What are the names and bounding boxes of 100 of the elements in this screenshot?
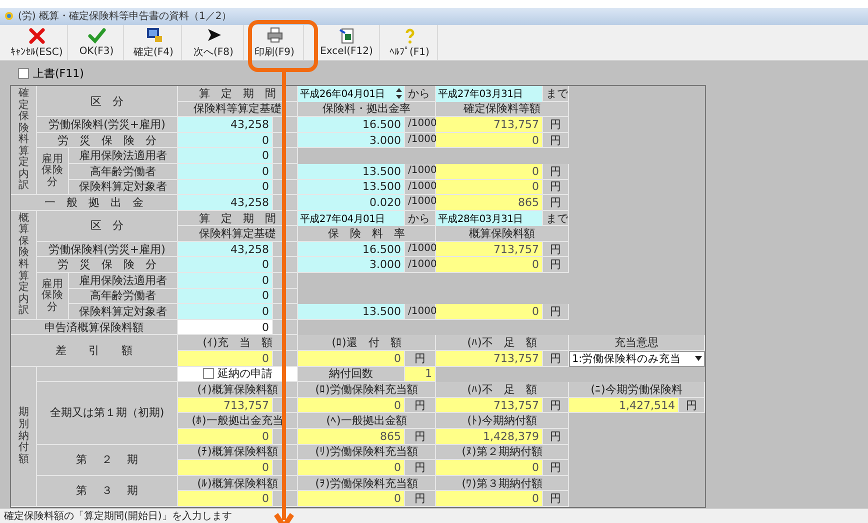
date-field[interactable]: 平成27年04月01日 (298, 210, 405, 226)
toolbar-button[interactable]: 次へ(F8) (184, 24, 244, 60)
checkbox-label: 延納の申請 (218, 368, 272, 380)
column-header: 概算保険料額 (436, 226, 569, 242)
input-field[interactable]: 0 (178, 273, 273, 289)
until-label: まで (543, 86, 569, 102)
column-header: 区 分 (37, 210, 178, 242)
allocation-dropdown[interactable]: 1:労働保険料のみ充当 (569, 351, 705, 367)
value-cell: 0 (298, 491, 405, 507)
toolbar-button[interactable]: ｷｬﾝｾﾙ(ESC) (6, 24, 68, 60)
value-cell: 0 (298, 398, 405, 414)
group-label: 雇用保険分 (37, 148, 69, 196)
input-field[interactable]: 13.500 (298, 180, 405, 196)
input-field[interactable]: 3.000 (298, 257, 405, 274)
value-cell: 0 (436, 132, 543, 148)
input-field[interactable]: 43,258 (178, 242, 273, 258)
value-cell: 0 (436, 257, 543, 274)
app-icon (4, 11, 14, 22)
row-label: 労 災 保 険 分 (37, 257, 178, 274)
deferral-checkbox[interactable]: 延納の申請 (178, 366, 298, 382)
value-cell: 0 (178, 351, 273, 367)
until-label: まで (543, 210, 569, 226)
unit-label: 円 (543, 180, 569, 196)
row-label: 差 引 額 (11, 335, 178, 367)
column-header: (ﾘ)労働保険料充当額 (298, 444, 436, 460)
column-header: (ﾎ)一般拠出金充当 (178, 413, 298, 430)
unit-label: 円 (543, 257, 569, 274)
input-field[interactable]: 0 (178, 288, 273, 304)
input-field[interactable]: 0 (178, 132, 273, 148)
date-field[interactable]: 平成27年03月31日 (436, 86, 543, 102)
input-field[interactable]: 43,258 (178, 195, 273, 211)
input-field[interactable]: 0 (178, 304, 273, 320)
column-header: (ｲ)概算保険料額 (178, 382, 298, 398)
unit-label: 円 (543, 491, 569, 507)
input-field[interactable]: 0 (178, 180, 273, 196)
value-cell: 713,757 (436, 398, 543, 414)
column-header: (ﾍ)一般拠出金額 (298, 413, 436, 430)
row-label: 高年齢労働者 (69, 164, 178, 180)
row-label: 保険料算定対象者 (69, 180, 178, 196)
unit-label: 円 (543, 132, 569, 148)
date-field[interactable]: 平成28年03月31日 (436, 210, 543, 226)
unit-label: 円 (543, 195, 569, 211)
overwrite-checkbox[interactable]: 上書(F11) (18, 66, 84, 81)
unit-label: 円 (543, 117, 569, 133)
checkbox-label: 上書(F11) (33, 66, 84, 81)
input-field[interactable]: 13.500 (298, 304, 405, 320)
toolbar-button[interactable]: OK(F3) (70, 24, 124, 60)
value-cell: 0 (298, 351, 405, 367)
value-cell: 0 (436, 304, 543, 320)
value-cell: 1 (405, 366, 436, 382)
input-field[interactable]: 0 (178, 164, 273, 180)
value-cell: 865 (436, 195, 543, 211)
column-header: (ｲ)充 当 額 (178, 335, 298, 352)
input-field[interactable]: 0.020 (298, 195, 405, 211)
value-cell: 0 (178, 429, 273, 445)
column-header: (ﾜ)第３期納付額 (436, 476, 569, 492)
row-label: 一 般 拠 出 金 (11, 195, 178, 211)
column-header: 算 定 期 間 (178, 210, 298, 226)
row-label: 雇用保険法適用者 (69, 148, 178, 164)
unit-label: 円 (405, 429, 436, 445)
checkbox[interactable] (18, 68, 29, 79)
input-field[interactable]: 0 (178, 257, 273, 274)
column-header: (ﾙ)概算保険料額 (178, 476, 298, 492)
unit-label: /1000 (405, 195, 436, 211)
column-header: 保 険 料 率 (298, 226, 436, 242)
row-label: 雇用保険法適用者 (69, 273, 178, 289)
column-header: 保険料・拠出金率 (298, 102, 436, 118)
input-field[interactable]: 0 (178, 148, 273, 164)
row-label: 第 ３ 期 (37, 476, 178, 507)
input-field[interactable]: 13.500 (298, 164, 405, 180)
column-header: (ﾛ)労働保険料充当額 (298, 382, 436, 398)
row-label: 労働保険料(労災+雇用) (37, 117, 178, 133)
section-label: 概算保険料算定内訳 (11, 210, 37, 320)
caret-icon (695, 356, 702, 362)
value-cell: 0 (436, 491, 543, 507)
row-label: 申告済概算保険料額 (11, 320, 178, 336)
unit-label: 円 (679, 398, 705, 414)
checkbox[interactable] (202, 368, 214, 380)
input-field[interactable]: 16.500 (298, 242, 405, 258)
input-field[interactable]: 3.000 (298, 132, 405, 148)
toolbar-button[interactable]: Excel(F12) (306, 24, 380, 60)
row-label: 納付回数 (298, 366, 405, 382)
toolbar-button[interactable]: ﾍﾙﾌﾟ(F1) (382, 24, 438, 60)
column-header: (ﾊ)不 足 額 (436, 382, 569, 398)
column-header: (ﾇ)第２期納付額 (436, 444, 569, 460)
date-field[interactable]: 平成26年04月01日 (298, 86, 405, 102)
column-header: 確定保険料等額 (436, 102, 569, 118)
column-header: 区 分 (37, 86, 178, 118)
row-label: 労働保険料(労災+雇用) (37, 242, 178, 258)
input-field[interactable]: 16.500 (298, 117, 405, 133)
input-field[interactable]: 43,258 (178, 117, 273, 133)
spinner-icon[interactable] (396, 88, 402, 100)
value-cell: 713,757 (436, 242, 543, 258)
row-label: 保険料算定対象者 (69, 304, 178, 320)
value-cell: 713,757 (436, 117, 543, 133)
monitor-lock-icon (144, 26, 162, 43)
unit-label: /1000 (405, 304, 436, 320)
toolbar-button[interactable]: 確定(F4) (126, 24, 182, 60)
input-field[interactable]: 0 (178, 320, 273, 336)
column-header: (ﾊ)不 足 額 (436, 335, 569, 352)
